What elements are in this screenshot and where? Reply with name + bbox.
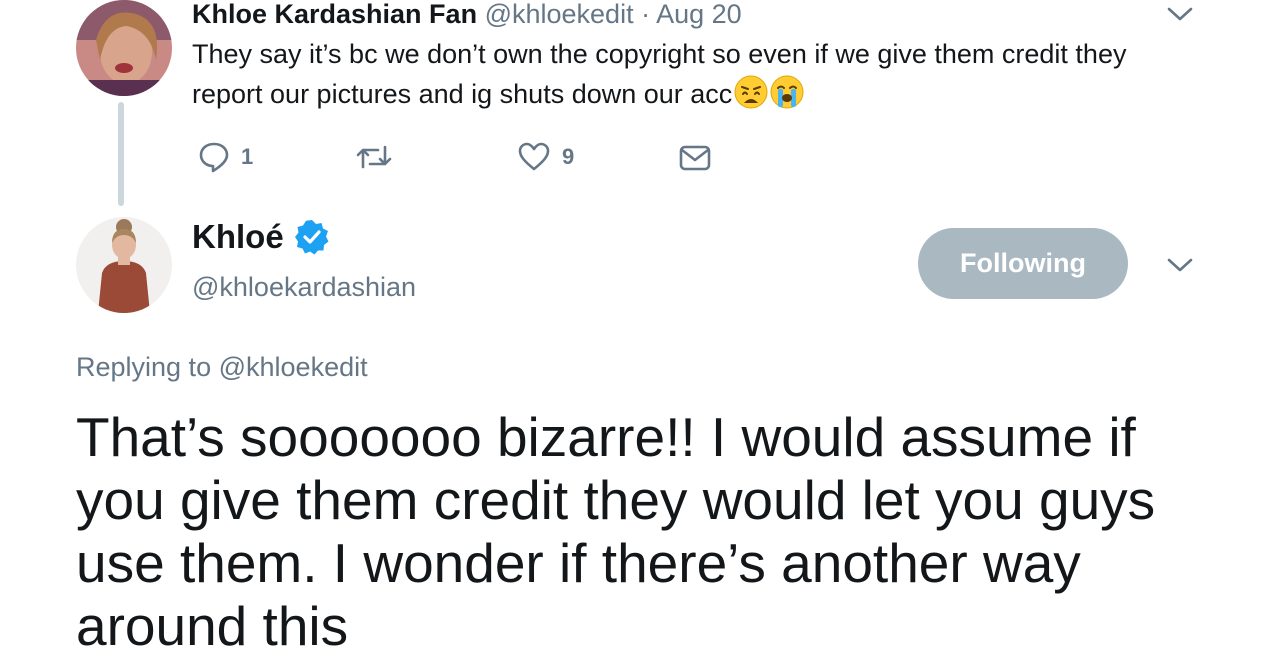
main-tweet-text: That’s sooooooo bizarre!! I would assume… — [76, 406, 1156, 657]
envelope-icon — [679, 145, 711, 171]
retweet-action[interactable] — [356, 144, 392, 170]
parent-tweet-text: They say it’s bc we don’t own the copyri… — [192, 34, 1192, 114]
like-count: 9 — [562, 144, 575, 169]
reply-count: 1 — [241, 144, 254, 169]
replying-to-line: Replying to @khloekedit — [76, 352, 368, 383]
weary-face-icon — [734, 75, 768, 109]
reply-action[interactable]: 1 — [199, 141, 253, 173]
verified-badge-icon — [294, 219, 330, 255]
reply-icon — [199, 141, 229, 173]
parent-tweet-header: Khloe Kardashian Fan @khloekedit · Aug 2… — [192, 0, 742, 30]
direct-message-action[interactable] — [679, 145, 711, 171]
loudly-crying-face-icon — [770, 75, 804, 109]
main-handle[interactable]: @khloekardashian — [192, 272, 416, 303]
parent-avatar[interactable] — [76, 0, 172, 96]
main-more-chevron-icon[interactable] — [1166, 255, 1194, 280]
replying-prefix: Replying to — [76, 352, 212, 382]
like-action[interactable]: 9 — [518, 142, 574, 172]
main-avatar[interactable] — [76, 217, 172, 313]
parent-tweet-body: They say it’s bc we don’t own the copyri… — [192, 39, 1127, 109]
heart-icon — [518, 142, 550, 172]
replying-handle-link[interactable]: @khloekedit — [219, 352, 368, 382]
retweet-icon — [356, 144, 392, 170]
parent-display-name[interactable]: Khloe Kardashian Fan — [192, 0, 477, 29]
parent-date[interactable]: Aug 20 — [656, 0, 742, 29]
following-button[interactable]: Following — [918, 228, 1128, 299]
thread-connector-line — [118, 102, 124, 206]
parent-more-chevron-icon[interactable] — [1166, 4, 1194, 29]
header-separator: · — [641, 0, 651, 29]
main-display-name-row: Khloé — [192, 218, 330, 256]
parent-handle[interactable]: @khloekedit — [485, 0, 634, 29]
main-display-name[interactable]: Khloé — [192, 218, 284, 256]
